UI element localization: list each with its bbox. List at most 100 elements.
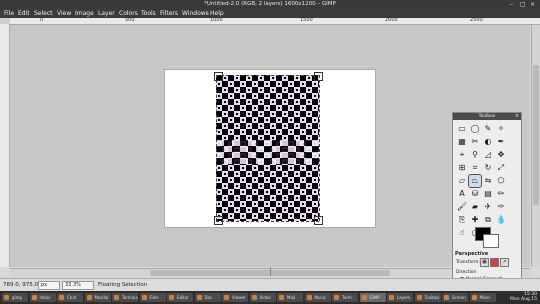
unit-select[interactable]: px — [38, 281, 60, 290]
taskbar-item[interactable]: Files — [139, 293, 166, 302]
menu-edit[interactable]: Edit — [18, 10, 30, 17]
vertical-ruler[interactable] — [0, 24, 10, 267]
perspective-icon[interactable]: ⏢ — [468, 174, 482, 188]
text-icon[interactable]: A — [456, 188, 468, 200]
color-select-icon[interactable]: ▦ — [456, 136, 468, 148]
taskbar-item[interactable]: Chat — [57, 293, 83, 302]
scroll-center-marker — [270, 267, 271, 276]
taskbar-item[interactable]: Inbox — [29, 293, 56, 302]
taskbar: gimp Inbox Chat Mozilla Terminal Files Editor D… — [0, 291, 540, 304]
taskbar-item[interactable]: Video — [249, 293, 276, 302]
transform-label: Transform: — [456, 260, 480, 265]
ruler-tick: 1000 — [210, 17, 223, 23]
taskbar-item[interactable]: Viewer — [222, 293, 248, 302]
menu-windows[interactable]: Windows — [182, 10, 209, 17]
maximize-button[interactable]: □ — [520, 1, 526, 8]
taskbar-item[interactable]: Editor — [167, 293, 193, 302]
scissors-icon[interactable]: ✂ — [469, 136, 481, 148]
taskbar-item[interactable]: Term — [332, 293, 358, 302]
blend-icon[interactable]: ▤ — [482, 188, 494, 200]
eraser-icon[interactable]: ▰ — [469, 201, 481, 213]
taskbar-item[interactable]: Toolbox — [414, 293, 441, 302]
close-icon[interactable]: × — [515, 113, 519, 120]
transform-handle-bottom-left[interactable] — [214, 216, 223, 225]
background-color-swatch[interactable] — [483, 234, 499, 248]
menu-image[interactable]: Image — [75, 10, 94, 17]
transform-edge-bottom — [216, 221, 319, 222]
vertical-scrollbar[interactable] — [531, 25, 540, 267]
transform-edge-left — [216, 75, 217, 221]
menu-colors[interactable]: Colors — [119, 10, 138, 17]
transform-path-icon[interactable]: ↗ — [500, 258, 509, 267]
toolbox-title[interactable]: Toolbox — [453, 113, 521, 120]
title-bar: *Untitled-2.0 (RGB, 2 layers) 1600x1200 … — [0, 0, 540, 9]
menu-tools[interactable]: Tools — [141, 10, 156, 17]
taskbar-item[interactable]: Layers — [387, 293, 413, 302]
taskbar-item[interactable]: GIMP — [359, 293, 386, 302]
blur-icon[interactable]: 💧 — [495, 214, 507, 226]
transform-handle-top-left[interactable] — [214, 72, 223, 81]
menu-filters[interactable]: Filters — [160, 10, 178, 17]
menu-view[interactable]: View — [57, 10, 71, 17]
taskbar-item[interactable]: Mozilla — [84, 293, 111, 302]
taskbar-item[interactable]: Screen — [442, 293, 468, 302]
ruler-tick: 0 — [40, 17, 44, 23]
move-icon[interactable]: ✥ — [495, 149, 507, 161]
rotate-icon[interactable]: ↻ — [482, 162, 494, 174]
ruler-tick: 1500 — [300, 17, 313, 23]
taskbar-item[interactable]: gimp — [2, 293, 28, 302]
ruler-tick: 2500 — [470, 17, 483, 23]
toolbox-window: Toolbox × ▭ ◯ ✎ ✧ ▦ ✂ ◐ ✒ ⌖ ⚲ ◿ ✥ ⊞ ⌗ ↻ ⤢ ▱ ⏢ ⇋ ⬠ A ⛁ ▤ ✏ 🖌 ▰ ✈ ✑ ⎘ ✚… — [452, 112, 522, 298]
menu-help[interactable]: Help — [210, 10, 224, 17]
menu-file[interactable]: File — [4, 10, 14, 17]
free-select-icon[interactable]: ✎ — [482, 123, 494, 135]
shear-icon[interactable]: ▱ — [456, 175, 468, 187]
horizontal-ruler[interactable]: 0 500 1000 1500 2000 2500 — [10, 17, 540, 25]
heal-icon[interactable]: ✚ — [469, 214, 481, 226]
close-button[interactable]: × — [530, 1, 535, 8]
menu-layer[interactable]: Layer — [98, 10, 115, 17]
transform-layer-icon[interactable]: ▣ — [480, 258, 489, 267]
align-icon[interactable]: ⊞ — [456, 162, 468, 174]
pattern-band — [216, 140, 319, 164]
crop-icon[interactable]: ⌗ — [469, 162, 481, 174]
ink-icon[interactable]: ✑ — [495, 201, 507, 213]
menu-select[interactable]: Select — [34, 10, 53, 17]
clone-icon[interactable]: ⎘ — [456, 214, 468, 226]
zoom-icon[interactable]: ⚲ — [469, 149, 481, 161]
cage-icon[interactable]: ⬠ — [495, 175, 507, 187]
scale-icon[interactable]: ⤢ — [495, 162, 507, 174]
status-message: Floating Selection — [98, 282, 148, 288]
taskbar-item[interactable]: Mail — [277, 293, 303, 302]
foreground-select-icon[interactable]: ◐ — [482, 136, 494, 148]
rect-select-icon[interactable]: ▭ — [456, 123, 468, 135]
ruler-tick: 500 — [125, 17, 135, 23]
measure-icon[interactable]: ◿ — [482, 149, 494, 161]
zoom-select[interactable]: 33.3% — [62, 281, 94, 290]
transform-handle-bottom-right[interactable] — [314, 216, 323, 225]
taskbar-item[interactable]: Music — [304, 293, 331, 302]
fuzzy-select-icon[interactable]: ✧ — [495, 123, 507, 135]
clock[interactable]: 15:30 Mon Aug 15 — [510, 292, 537, 302]
bucket-fill-icon[interactable]: ⛁ — [469, 188, 481, 200]
taskbar-item[interactable]: Terminal — [112, 293, 138, 302]
ellipse-select-icon[interactable]: ◯ — [469, 123, 481, 135]
color-picker-icon[interactable]: ⌖ — [456, 149, 468, 161]
perspective-clone-icon[interactable]: ⧉ — [482, 214, 494, 226]
vertical-scroll-thumb[interactable] — [533, 65, 539, 205]
minimize-button[interactable]: – — [510, 1, 513, 8]
transform-handle-top-right[interactable] — [314, 72, 323, 81]
paintbrush-icon[interactable]: 🖌 — [456, 201, 468, 213]
transform-selection-icon[interactable] — [490, 258, 499, 267]
taskbar-item[interactable]: Mixer — [469, 293, 496, 302]
pencil-icon[interactable]: ✏ — [495, 188, 507, 200]
smudge-icon[interactable]: ☝ — [456, 227, 468, 239]
flip-icon[interactable]: ⇋ — [482, 175, 494, 187]
ruler-tick: 2000 — [385, 17, 398, 23]
paths-icon[interactable]: ✒ — [495, 136, 507, 148]
direction-label: Direction — [456, 270, 477, 275]
taskbar-item[interactable]: Doc — [194, 293, 221, 302]
airbrush-icon[interactable]: ✈ — [482, 201, 494, 213]
tool-grid: ▭◯✎✧▦✂◐✒⌖⚲◿✥⊞⌗↻⤢▱⏢⇋⬠A⛁▤✏🖌▰✈✑⎘✚⧉💧☝◑ — [456, 123, 519, 240]
clock-date: Mon Aug 15 — [510, 297, 537, 302]
